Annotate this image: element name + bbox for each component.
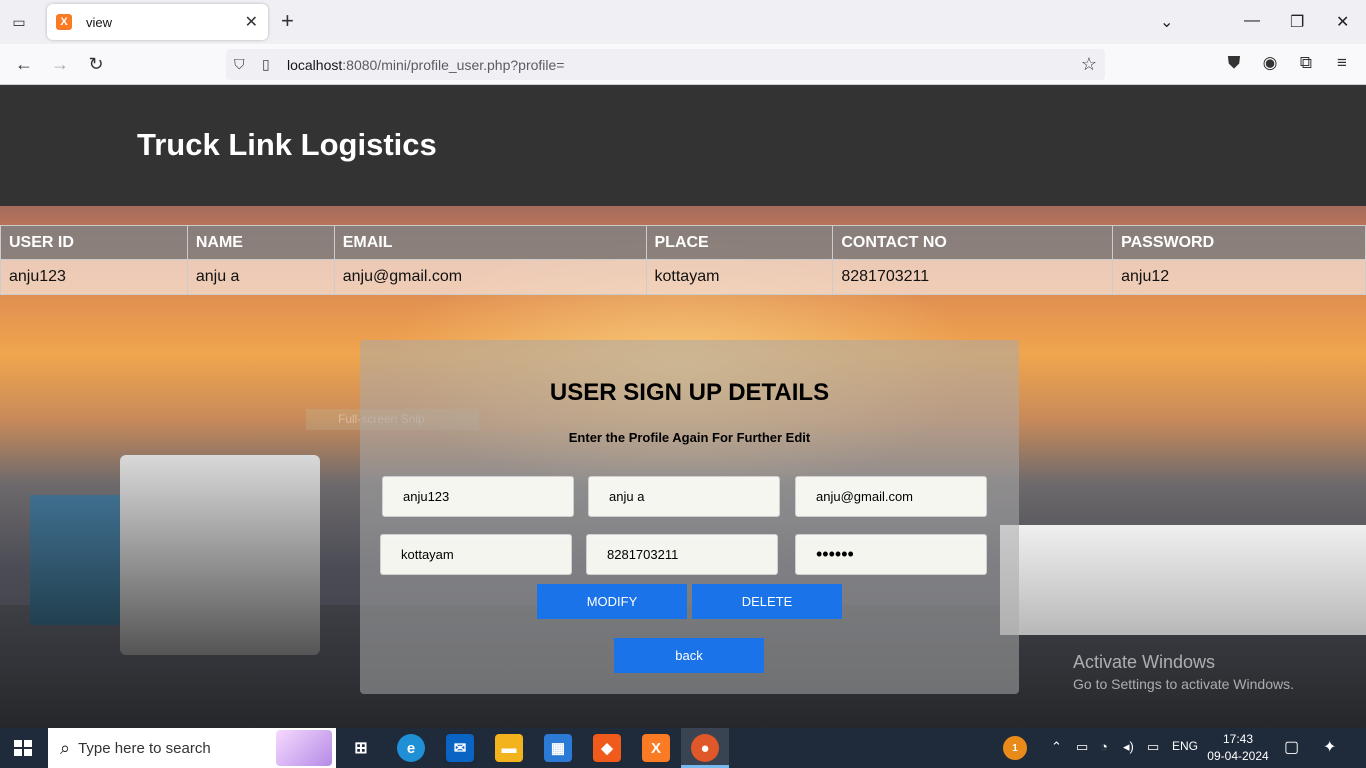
activate-windows-watermark: Activate Windows Go to Settings to activ… (1073, 652, 1294, 692)
restore-icon[interactable]: ❐ (1290, 12, 1304, 32)
mail-icon[interactable]: ✉ (446, 734, 474, 762)
page-info-icon[interactable]: ▯ (262, 56, 270, 73)
xampp-favicon-icon: X (56, 14, 72, 30)
reload-icon[interactable]: ↻ (85, 54, 107, 75)
forward-arrow-icon[interactable]: → (49, 54, 71, 75)
search-placeholder: Type here to search (78, 739, 211, 757)
user-table: USER ID NAME EMAIL PLACE CONTACT NO PASS… (0, 225, 1366, 295)
tab-list-icon[interactable]: ▭ (8, 11, 30, 33)
form-title: USER SIGN UP DETAILS (549, 379, 830, 406)
user-id-field[interactable] (382, 476, 574, 517)
place-field[interactable] (380, 534, 572, 575)
url-text[interactable]: localhost:8080/mini/profile_user.php?pro… (287, 57, 564, 73)
clock-date: 09-04-2024 (1207, 749, 1269, 763)
wifi-icon[interactable]: ◔ (1100, 739, 1108, 754)
taskbar: ⌕ Type here to search ⊞ e ✉ ▬ ▦ ◆ X ● 1 … (0, 728, 1366, 768)
col-place: PLACE (645, 225, 834, 260)
site-title: Truck Link Logistics (137, 127, 437, 162)
notifications-icon[interactable]: ▢ (1284, 737, 1299, 757)
xampp-icon[interactable]: X (642, 734, 670, 762)
edit-profile-panel: USER SIGN UP DETAILS Enter the Profile A… (360, 340, 1019, 694)
back-arrow-icon[interactable]: ← (13, 54, 35, 75)
modify-button[interactable]: MODIFY (537, 584, 687, 619)
show-hidden-icons-icon[interactable]: ⌃ (1051, 739, 1062, 755)
cell-email: anju@gmail.com (333, 259, 647, 295)
tab-strip: ▭ X view ✕ + ⌄ — ❐ ✕ (0, 0, 1366, 44)
col-email: EMAIL (333, 225, 647, 260)
navigation-bar: ← → ↻ ⛉ ▯ localhost:8080/mini/profile_us… (0, 44, 1366, 85)
url-path: :8080/mini/profile_user.php?profile= (342, 57, 565, 73)
close-window-icon[interactable]: ✕ (1336, 12, 1349, 32)
col-name: NAME (186, 225, 335, 260)
taskbar-search[interactable]: ⌕ Type here to search (48, 728, 336, 768)
copilot-icon[interactable]: ✦ (1323, 737, 1336, 757)
page-body: Truck Link Logistics USER ID NAME EMAIL … (0, 85, 1366, 728)
minimize-icon[interactable]: — (1244, 12, 1260, 30)
cell-name: anju a (186, 259, 335, 295)
bookmark-star-icon[interactable]: ☆ (1081, 54, 1097, 75)
email-field[interactable] (795, 476, 987, 517)
browser-chrome: ▭ X view ✕ + ⌄ — ❐ ✕ ← → ↻ ⛉ ▯ localhost… (0, 0, 1366, 85)
background-truck (120, 455, 320, 655)
col-contact: CONTACT NO (832, 225, 1114, 260)
back-button[interactable]: back (614, 638, 764, 673)
shield-icon[interactable]: ⛉ (234, 56, 245, 73)
brave-icon[interactable]: ◆ (593, 734, 621, 762)
clock-time: 17:43 (1222, 732, 1254, 746)
edge-icon[interactable]: e (397, 734, 425, 762)
language-indicator[interactable]: ENG (1172, 739, 1198, 753)
url-host: localhost (287, 57, 343, 73)
menu-icon[interactable]: ≡ (1331, 53, 1353, 73)
clock[interactable]: 17:43 09-04-2024 (1205, 731, 1271, 765)
cell-place: kottayam (645, 259, 834, 295)
table-header-row: USER ID NAME EMAIL PLACE CONTACT NO PASS… (0, 225, 1366, 260)
store-icon[interactable]: ▦ (544, 734, 572, 762)
cell-password: anju12 (1112, 259, 1366, 295)
close-tab-icon[interactable]: ✕ (245, 12, 258, 32)
weather-icon[interactable]: 1 (1003, 736, 1027, 760)
tab-view[interactable]: X view ✕ (47, 4, 268, 40)
col-user-id: USER ID (0, 225, 188, 260)
name-field[interactable] (588, 476, 780, 517)
site-header: Truck Link Logistics (0, 85, 1366, 206)
form-subtitle: Enter the Profile Again For Further Edit (568, 430, 811, 445)
volume-icon[interactable]: ◂) (1123, 739, 1134, 755)
search-highlight-image (276, 730, 332, 766)
cell-user-id: anju123 (0, 259, 188, 295)
table-row: anju123 anju a anju@gmail.com kottayam 8… (0, 259, 1366, 295)
col-password: PASSWORD (1112, 225, 1366, 260)
delete-button[interactable]: DELETE (692, 584, 842, 619)
password-field[interactable] (795, 534, 987, 575)
list-all-tabs-icon[interactable]: ⌄ (1160, 12, 1173, 32)
notification-badge: 1 (1012, 742, 1018, 754)
meet-now-icon[interactable]: ▭ (1076, 739, 1088, 755)
search-icon: ⌕ (60, 737, 71, 758)
pocket-icon[interactable]: ⛊ (1223, 53, 1245, 73)
contact-field[interactable] (586, 534, 778, 575)
extensions-icon[interactable]: ⧉ (1295, 53, 1317, 73)
file-explorer-icon[interactable]: ▬ (495, 734, 523, 762)
url-bar[interactable]: ⛉ ▯ localhost:8080/mini/profile_user.php… (226, 49, 1105, 80)
activate-title: Activate Windows (1073, 652, 1216, 672)
account-icon[interactable]: ◉ (1259, 53, 1281, 73)
firefox-icon[interactable]: ● (691, 734, 719, 762)
battery-icon[interactable]: ▭ (1147, 739, 1159, 755)
cell-contact: 8281703211 (832, 259, 1114, 295)
activate-subtitle: Go to Settings to activate Windows. (1073, 676, 1294, 692)
task-view-icon[interactable]: ⊞ (347, 734, 375, 762)
windows-start-icon[interactable] (14, 740, 32, 756)
background-trucks-row (1000, 525, 1366, 635)
tab-title: view (86, 14, 113, 30)
new-tab-icon[interactable]: + (281, 10, 294, 32)
